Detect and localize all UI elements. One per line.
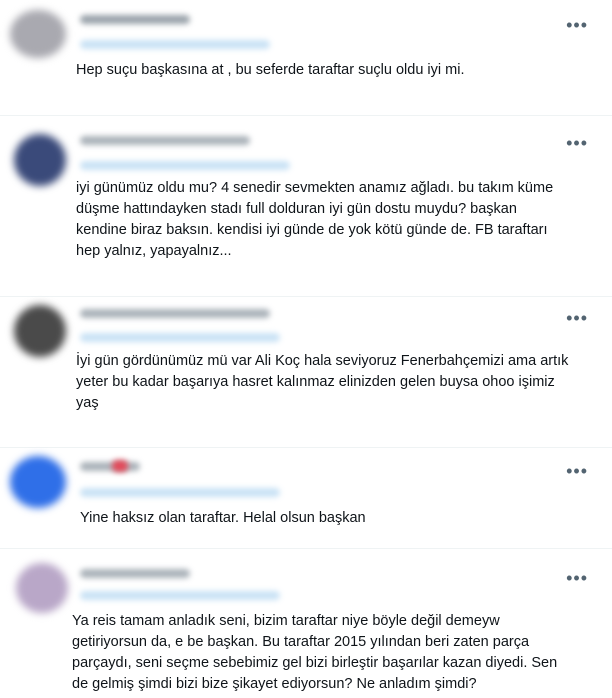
- avatar[interactable]: [14, 305, 66, 357]
- more-options-icon[interactable]: •••: [566, 16, 588, 34]
- tweet-text: Hep suçu başkasına at , bu seferde taraf…: [76, 62, 465, 78]
- tweet-4[interactable]: ••• Yine haksız olan taraftar. Helal ols…: [0, 448, 612, 548]
- redacted-username: [80, 309, 270, 318]
- redacted-handle: [80, 161, 290, 170]
- redacted-badge: [112, 460, 128, 472]
- avatar[interactable]: [16, 563, 68, 613]
- tweet-2[interactable]: ••• iyi günümüz oldu mu? 4 senedir sevme…: [0, 116, 612, 296]
- redacted-handle: [80, 591, 280, 600]
- redacted-handle: [80, 488, 280, 497]
- tweet-1[interactable]: ••• Hep suçu başkasına at , bu seferde t…: [0, 0, 612, 115]
- tweet-5[interactable]: ••• Ya reis tamam anladık seni, bizim ta…: [0, 549, 612, 698]
- more-options-icon[interactable]: •••: [566, 569, 588, 587]
- redacted-handle: [80, 40, 270, 49]
- tweet-text: iyi günümüz oldu mu? 4 senedir sevmekten…: [76, 180, 554, 259]
- avatar[interactable]: [10, 10, 66, 58]
- more-options-icon[interactable]: •••: [566, 462, 588, 480]
- tweet-text: Yine haksız olan taraftar. Helal olsun b…: [80, 510, 366, 526]
- tweet-3[interactable]: ••• İyi gün gördünümüz mü var Ali Koç ha…: [0, 297, 612, 447]
- more-options-icon[interactable]: •••: [566, 134, 588, 152]
- avatar[interactable]: [14, 134, 66, 186]
- redacted-username: [80, 462, 140, 471]
- avatar[interactable]: [10, 456, 66, 508]
- redacted-username: [80, 136, 250, 145]
- redacted-username: [80, 569, 190, 578]
- redacted-handle: [80, 333, 280, 342]
- redacted-username: [80, 15, 190, 24]
- tweet-text: İyi gün gördünümüz mü var Ali Koç hala s…: [76, 353, 569, 411]
- tweet-text: Ya reis tamam anladık seni, bizim taraft…: [72, 613, 558, 692]
- more-options-icon[interactable]: •••: [566, 309, 588, 327]
